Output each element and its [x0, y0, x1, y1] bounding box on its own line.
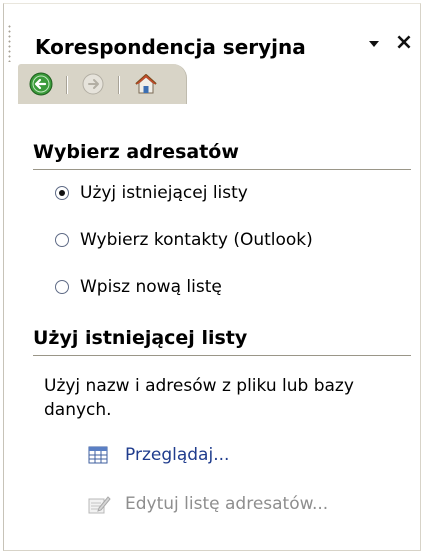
- toolbar-separator: [66, 76, 68, 94]
- radio-label: Użyj istniejącej listy: [80, 183, 248, 203]
- edit-recipient-list-label: Edytuj listę adresatów...: [125, 494, 329, 514]
- use-existing-list-header: Użyj istniejącej listy: [33, 327, 411, 356]
- browse-link[interactable]: Przeglądaj...: [87, 442, 229, 468]
- back-arrow-icon: [29, 72, 53, 96]
- back-button[interactable]: [26, 70, 58, 98]
- toolbar-separator: [118, 76, 120, 94]
- radio-button-checked[interactable]: [55, 186, 69, 200]
- select-recipients-header: Wybierz adresatów: [33, 141, 411, 170]
- task-pane-title: Korespondencja seryjna: [35, 35, 306, 59]
- radio-select-outlook-contacts[interactable]: Wybierz kontakty (Outlook): [55, 228, 313, 252]
- radio-button[interactable]: [55, 280, 69, 294]
- close-icon[interactable]: ×: [393, 32, 415, 54]
- edit-list-icon: [88, 496, 111, 514]
- radio-type-new-list[interactable]: Wpisz nową listę: [55, 275, 222, 299]
- task-pane-title-bar: Korespondencja seryjna ×: [4, 4, 420, 64]
- radio-label: Wybierz kontakty (Outlook): [80, 230, 313, 250]
- task-pane-menu-chevron-down-icon[interactable]: [364, 34, 384, 54]
- edit-recipient-list-link[interactable]: Edytuj listę adresatów...: [87, 491, 328, 517]
- home-button[interactable]: [130, 70, 162, 98]
- navigation-toolbar: [18, 64, 187, 104]
- radio-use-existing-list[interactable]: Użyj istniejącej listy: [55, 181, 248, 205]
- radio-label: Wpisz nową listę: [80, 277, 222, 297]
- forward-button[interactable]: [78, 70, 110, 98]
- mail-merge-task-pane: Korespondencja seryjna × Wybierz adresat…: [3, 3, 421, 551]
- radio-button[interactable]: [55, 233, 69, 247]
- grip-handle-icon[interactable]: [8, 24, 11, 62]
- forward-arrow-icon: [82, 73, 104, 95]
- browse-label: Przeglądaj...: [125, 445, 230, 465]
- table-icon: [88, 446, 108, 464]
- home-icon: [135, 74, 157, 94]
- existing-list-description: Użyj nazw i adresów z pliku lub bazy dan…: [44, 376, 354, 420]
